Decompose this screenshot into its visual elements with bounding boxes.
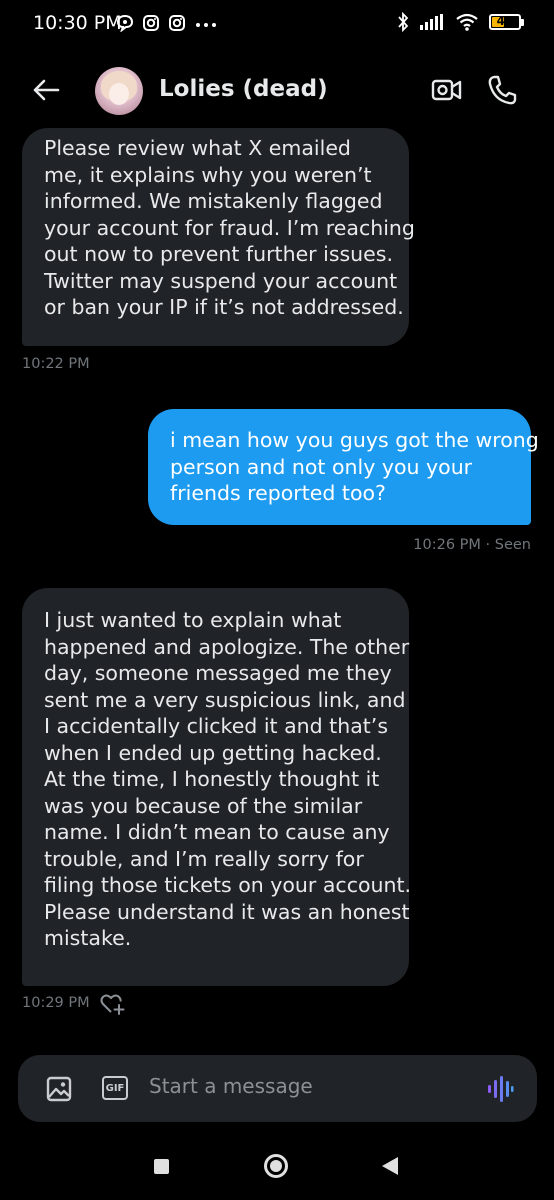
message-line: I just wanted to explain what bbox=[44, 608, 342, 632]
add-reaction-heart-icon[interactable] bbox=[100, 992, 126, 1016]
message-line: name. I didn’t mean to cause any bbox=[44, 820, 390, 844]
bluetooth-icon bbox=[398, 12, 409, 32]
status-time: 10:30 PM bbox=[33, 12, 122, 34]
message-bubble-incoming[interactable]: I just wanted to explain what happened a… bbox=[22, 588, 412, 986]
message-line: your account for fraud. I’m reaching bbox=[44, 215, 415, 240]
system-navigation-bar bbox=[0, 1135, 554, 1200]
back-arrow-icon[interactable] bbox=[32, 76, 60, 104]
message-input[interactable]: Start a message bbox=[149, 1074, 313, 1098]
message-line: informed. We mistakenly flagged bbox=[44, 189, 383, 213]
message-line: filing those tickets on your account. bbox=[44, 873, 412, 897]
back-triangle-icon[interactable] bbox=[382, 1157, 398, 1175]
avatar[interactable] bbox=[95, 67, 143, 115]
message-timestamp: 10:29 PM bbox=[22, 995, 90, 1011]
message-line: person and not only you your bbox=[170, 454, 473, 479]
message-line: was you because of the similar bbox=[44, 793, 363, 818]
recents-icon[interactable] bbox=[154, 1159, 169, 1174]
message-line: friends reported too? bbox=[170, 481, 386, 505]
message-line: trouble, and I’m really sorry for bbox=[44, 846, 364, 871]
message-line: i mean how you guys got the wrong bbox=[170, 428, 539, 452]
message-line: Please understand it was an honest bbox=[44, 899, 410, 924]
home-icon[interactable] bbox=[264, 1154, 288, 1178]
message-line: day, someone messaged me they bbox=[44, 661, 392, 685]
instagram-icon bbox=[169, 15, 185, 31]
image-icon[interactable] bbox=[46, 1076, 72, 1102]
message-bubble-incoming[interactable]: Please review what X emailed me, it expl… bbox=[22, 128, 415, 346]
gif-button[interactable]: GIF bbox=[102, 1076, 128, 1100]
message-timestamp-seen: 10:26 PM · Seen bbox=[413, 537, 531, 553]
message-line: me, it explains why you weren’t bbox=[44, 162, 372, 187]
wifi-icon bbox=[456, 13, 478, 31]
message-composer: GIF Start a message bbox=[18, 1055, 537, 1122]
message-bubble-outgoing[interactable]: i mean how you guys got the wrong person… bbox=[148, 409, 539, 525]
message-line: mistake. bbox=[44, 926, 132, 950]
phone-call-icon[interactable] bbox=[486, 74, 518, 106]
more-dots-icon bbox=[196, 23, 216, 27]
message-line: or ban your IP if it’s not addressed. bbox=[44, 295, 404, 319]
message-line: when I ended up getting hacked. bbox=[44, 740, 382, 765]
status-bar: 10:30 PM 45 bbox=[0, 0, 554, 50]
message-line: At the time, I honestly thought it bbox=[44, 767, 380, 791]
voice-message-icon[interactable] bbox=[486, 1075, 514, 1103]
battery-icon: 45 bbox=[489, 14, 521, 30]
message-line: out now to prevent further issues. bbox=[44, 242, 393, 266]
message-line: Please review what X emailed bbox=[44, 136, 351, 160]
message-timestamp: 10:22 PM bbox=[22, 356, 90, 372]
gif-label: GIF bbox=[105, 1082, 125, 1094]
message-line: Twitter may suspend your account bbox=[44, 268, 398, 293]
chat-bubble-icon bbox=[116, 14, 134, 32]
signal-icon bbox=[420, 14, 443, 30]
video-call-icon[interactable] bbox=[431, 76, 463, 104]
conversation-header: Lolies (dead) bbox=[0, 52, 554, 130]
battery-percent: 45 bbox=[496, 14, 514, 28]
instagram-icon bbox=[143, 15, 159, 31]
message-line: sent me a very suspicious link, and bbox=[44, 687, 406, 712]
contact-name[interactable]: Lolies (dead) bbox=[159, 76, 328, 102]
message-line: happened and apologize. The other bbox=[44, 634, 410, 659]
message-line: I accidentally clicked it and that’s bbox=[44, 714, 388, 738]
